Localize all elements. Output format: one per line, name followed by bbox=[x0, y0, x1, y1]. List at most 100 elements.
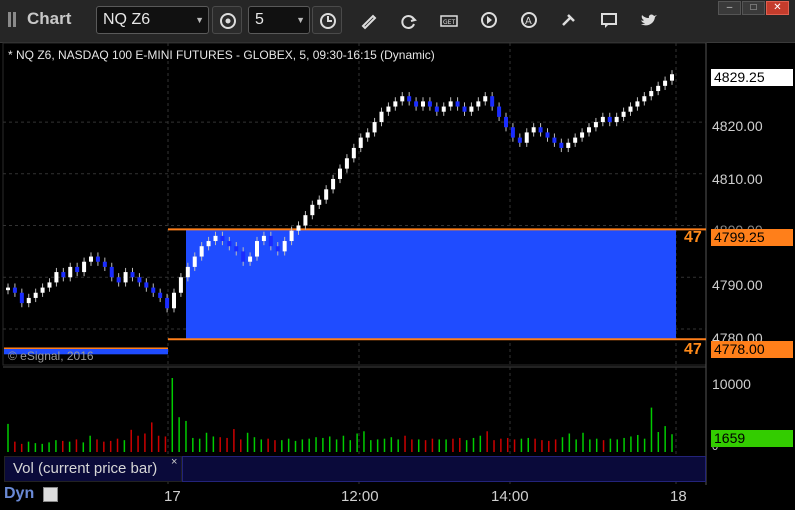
candle[interactable] bbox=[19, 292, 24, 304]
candle[interactable] bbox=[386, 106, 391, 112]
candle[interactable] bbox=[130, 272, 135, 278]
candle[interactable] bbox=[635, 101, 640, 107]
candle[interactable] bbox=[261, 235, 266, 242]
candle[interactable] bbox=[289, 230, 294, 242]
candle[interactable] bbox=[483, 96, 488, 102]
candle[interactable] bbox=[552, 137, 557, 143]
candle[interactable] bbox=[524, 132, 529, 143]
candle[interactable] bbox=[614, 116, 619, 123]
candle[interactable] bbox=[234, 246, 239, 252]
candle[interactable] bbox=[510, 127, 515, 138]
candle[interactable] bbox=[455, 101, 460, 107]
candle[interactable] bbox=[227, 241, 232, 247]
candle[interactable] bbox=[75, 266, 80, 273]
candle[interactable] bbox=[441, 106, 446, 112]
candle[interactable] bbox=[33, 292, 38, 298]
candle[interactable] bbox=[338, 168, 342, 179]
candle[interactable] bbox=[670, 74, 674, 81]
candle[interactable] bbox=[12, 287, 17, 293]
candle[interactable] bbox=[241, 251, 246, 262]
candle[interactable] bbox=[400, 96, 405, 102]
candle[interactable] bbox=[220, 235, 225, 242]
candle[interactable] bbox=[213, 235, 218, 242]
candle[interactable] bbox=[317, 199, 322, 205]
candle[interactable] bbox=[448, 101, 453, 107]
candle[interactable] bbox=[68, 266, 73, 278]
candle[interactable] bbox=[102, 261, 107, 267]
close-study-icon[interactable]: × bbox=[171, 456, 177, 468]
candle[interactable] bbox=[26, 297, 31, 304]
candle[interactable] bbox=[538, 127, 543, 133]
candle[interactable] bbox=[372, 122, 377, 133]
candle[interactable] bbox=[407, 96, 412, 102]
candle[interactable] bbox=[47, 282, 52, 288]
candle[interactable] bbox=[559, 142, 564, 148]
candle[interactable] bbox=[185, 266, 190, 278]
candle[interactable] bbox=[358, 137, 363, 148]
candle[interactable] bbox=[268, 235, 273, 247]
candle[interactable] bbox=[587, 127, 591, 133]
candle[interactable] bbox=[628, 106, 633, 112]
candle[interactable] bbox=[531, 127, 536, 133]
candle[interactable] bbox=[663, 80, 668, 86]
candle[interactable] bbox=[656, 85, 661, 92]
candle[interactable] bbox=[255, 241, 259, 257]
candle[interactable] bbox=[607, 116, 612, 123]
candle[interactable] bbox=[517, 137, 522, 143]
candle[interactable] bbox=[600, 116, 605, 123]
candle[interactable] bbox=[158, 292, 163, 298]
candle[interactable] bbox=[393, 101, 398, 107]
candle[interactable] bbox=[365, 132, 370, 138]
candle[interactable] bbox=[545, 132, 550, 138]
candle[interactable] bbox=[462, 106, 467, 112]
candle[interactable] bbox=[275, 246, 280, 252]
candle[interactable] bbox=[476, 101, 481, 107]
candle[interactable] bbox=[414, 101, 419, 107]
candle[interactable] bbox=[469, 106, 474, 112]
candle[interactable] bbox=[331, 178, 336, 190]
candle[interactable] bbox=[296, 225, 301, 231]
candle[interactable] bbox=[151, 287, 156, 293]
candle[interactable] bbox=[6, 287, 10, 291]
candle[interactable] bbox=[109, 266, 114, 278]
candle[interactable] bbox=[82, 261, 87, 273]
candle[interactable] bbox=[344, 158, 349, 169]
candle[interactable] bbox=[137, 277, 142, 283]
candle[interactable] bbox=[504, 116, 508, 128]
candle[interactable] bbox=[123, 272, 128, 283]
candle[interactable] bbox=[351, 147, 356, 159]
candle[interactable] bbox=[593, 122, 598, 128]
candle[interactable] bbox=[573, 137, 578, 143]
candle[interactable] bbox=[566, 142, 571, 148]
candle[interactable] bbox=[434, 106, 439, 112]
dyn-label[interactable]: Dyn bbox=[4, 485, 34, 503]
candle[interactable] bbox=[89, 256, 93, 262]
candle[interactable] bbox=[427, 101, 432, 107]
candle[interactable] bbox=[206, 241, 211, 247]
candle[interactable] bbox=[144, 282, 149, 288]
candle[interactable] bbox=[642, 96, 647, 102]
candle[interactable] bbox=[621, 111, 626, 117]
candle[interactable] bbox=[192, 256, 197, 267]
candle[interactable] bbox=[303, 215, 308, 226]
candle[interactable] bbox=[649, 91, 654, 97]
candle[interactable] bbox=[172, 292, 176, 309]
candle[interactable] bbox=[580, 132, 585, 138]
chart-canvas[interactable] bbox=[0, 0, 795, 510]
candle[interactable] bbox=[497, 106, 502, 117]
volume-study-label[interactable]: Vol (current price bar) bbox=[4, 456, 182, 482]
candle[interactable] bbox=[95, 256, 100, 262]
candle[interactable] bbox=[379, 111, 384, 123]
candle[interactable] bbox=[282, 241, 287, 252]
candle[interactable] bbox=[324, 189, 329, 200]
candle[interactable] bbox=[61, 272, 66, 278]
candle[interactable] bbox=[248, 256, 253, 262]
lock-icon[interactable] bbox=[43, 487, 58, 502]
candle[interactable] bbox=[116, 277, 121, 283]
candle[interactable] bbox=[421, 101, 425, 107]
candle[interactable] bbox=[490, 96, 495, 107]
candle[interactable] bbox=[310, 204, 315, 216]
candle[interactable] bbox=[54, 272, 59, 283]
candle[interactable] bbox=[165, 297, 170, 309]
candle[interactable] bbox=[178, 277, 183, 293]
